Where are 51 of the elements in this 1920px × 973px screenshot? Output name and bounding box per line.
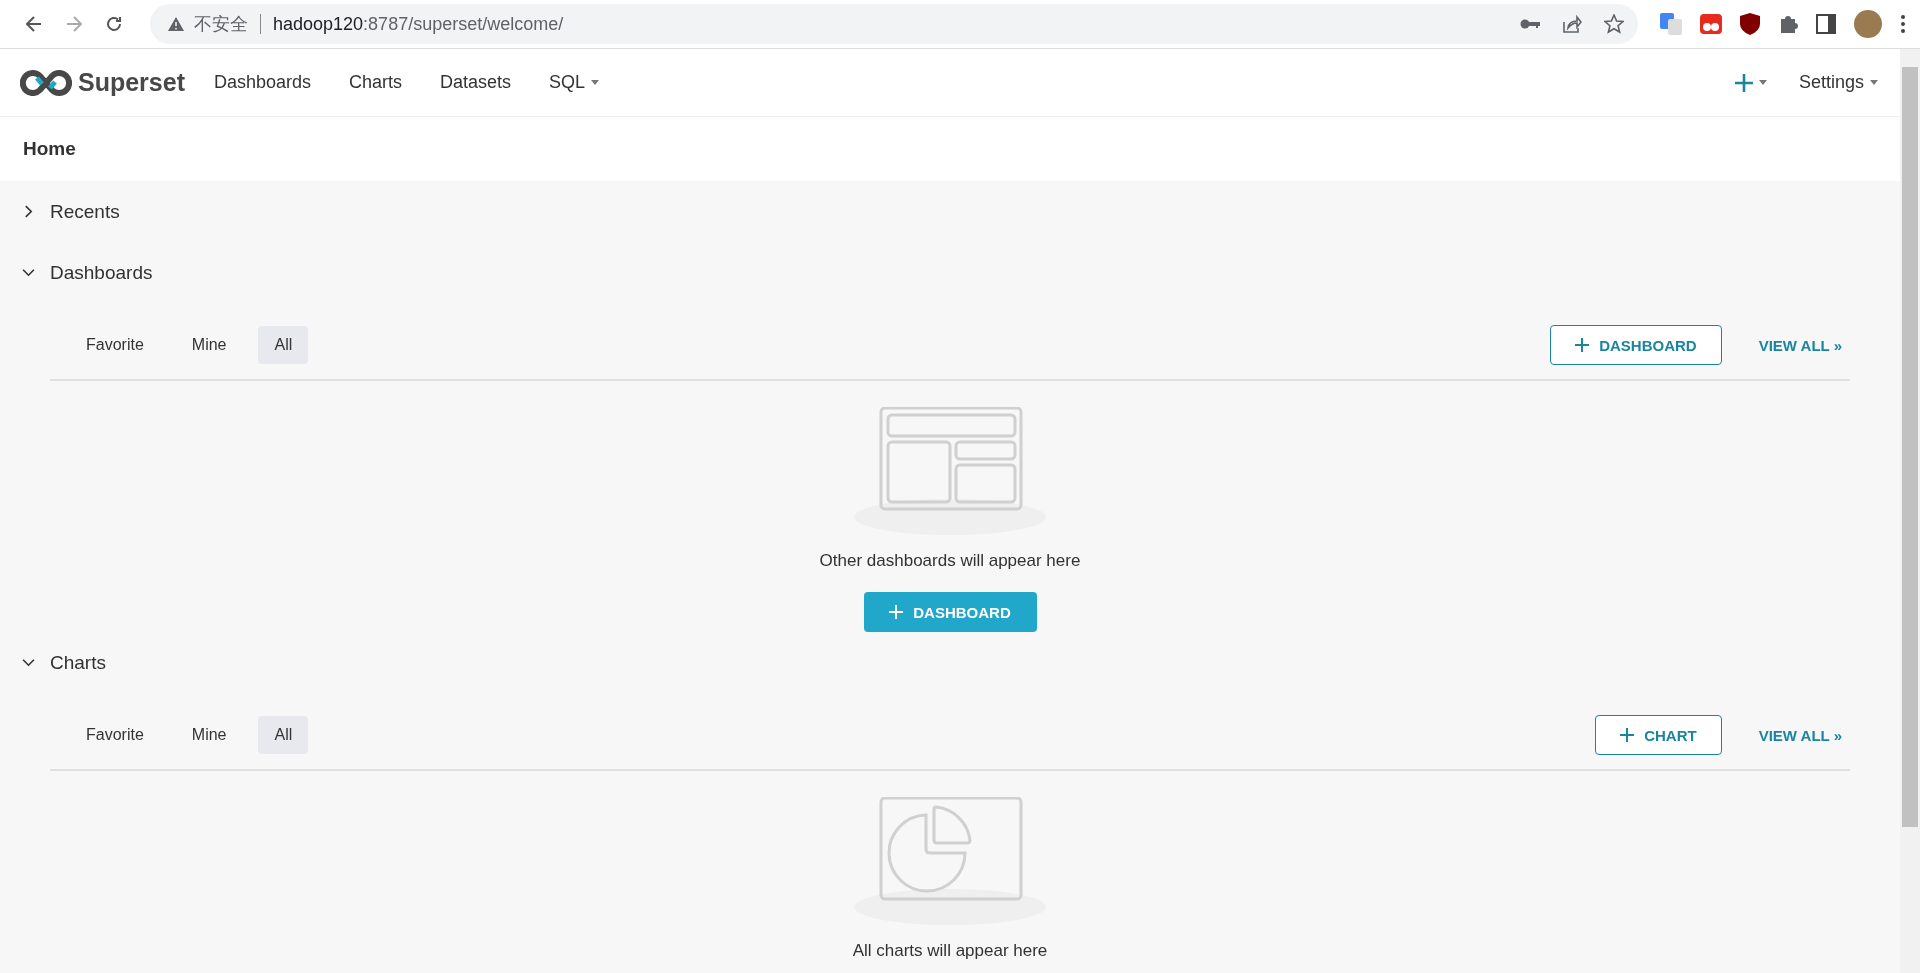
nav-link[interactable]: Datasets — [421, 72, 531, 93]
empty-state-text: Other dashboards will appear here — [819, 551, 1081, 571]
view-all-link[interactable]: VIEW ALL » — [1758, 726, 1842, 744]
brand-name: Superset — [78, 68, 185, 97]
nav-link[interactable]: Dashboards — [195, 72, 331, 93]
filter-tab[interactable]: Favorite — [70, 716, 160, 754]
star-icon[interactable] — [1604, 14, 1624, 34]
empty-state-text: All charts will appear here — [852, 941, 1048, 961]
settings-menu[interactable]: Settings — [1798, 72, 1878, 93]
filter-tab[interactable]: Mine — [175, 716, 243, 754]
caret-icon — [1870, 80, 1878, 85]
create-button[interactable]: DASHBOARD — [1550, 325, 1722, 365]
caret-icon — [1758, 80, 1767, 85]
section-header[interactable]: Recents — [0, 181, 1900, 242]
key-icon[interactable] — [1520, 19, 1540, 29]
warning-icon — [168, 17, 184, 31]
url-path: :8787/superset/welcome/ — [363, 13, 564, 35]
section-header[interactable]: Charts — [0, 632, 1900, 693]
share-icon[interactable] — [1562, 14, 1582, 34]
plus-icon — [1734, 73, 1753, 92]
url-host: hadoop120 — [273, 13, 364, 35]
chevron-down-icon — [22, 656, 35, 669]
scrollbar[interactable] — [1900, 49, 1920, 973]
side-panel-icon[interactable] — [1816, 14, 1836, 34]
plus-icon — [889, 605, 904, 619]
plus-icon — [1620, 728, 1635, 742]
back-icon[interactable] — [24, 14, 44, 34]
new-menu[interactable] — [1734, 73, 1767, 92]
filter-tab[interactable]: All — [258, 716, 309, 754]
nav-link[interactable]: Charts — [330, 72, 422, 93]
filter-tab[interactable]: All — [258, 326, 309, 364]
nav-link[interactable]: SQL — [530, 72, 619, 93]
address-bar[interactable]: 不安全 hadoop120:8787/superset/welcome/ — [150, 4, 1638, 44]
menu-icon[interactable] — [1900, 14, 1906, 34]
plus-icon — [1575, 338, 1590, 352]
caret-icon — [591, 80, 600, 85]
avatar-icon[interactable] — [1854, 10, 1882, 38]
reload-icon[interactable] — [104, 14, 124, 34]
chevron-right-icon — [22, 205, 35, 218]
logo-icon — [20, 69, 72, 96]
shield-icon[interactable] — [1740, 13, 1760, 35]
page-title: Home — [23, 138, 76, 160]
filter-tab[interactable]: Favorite — [70, 326, 160, 364]
chevron-down-icon — [22, 266, 35, 279]
puzzle-icon[interactable] — [1778, 14, 1798, 34]
filter-tab[interactable]: Mine — [175, 326, 243, 364]
security-label: 不安全 — [194, 13, 248, 36]
view-all-link[interactable]: VIEW ALL » — [1758, 336, 1842, 354]
create-button[interactable]: CHART — [1595, 715, 1722, 755]
extension-icon[interactable] — [1700, 14, 1722, 34]
section-header[interactable]: Dashboards — [0, 242, 1900, 303]
